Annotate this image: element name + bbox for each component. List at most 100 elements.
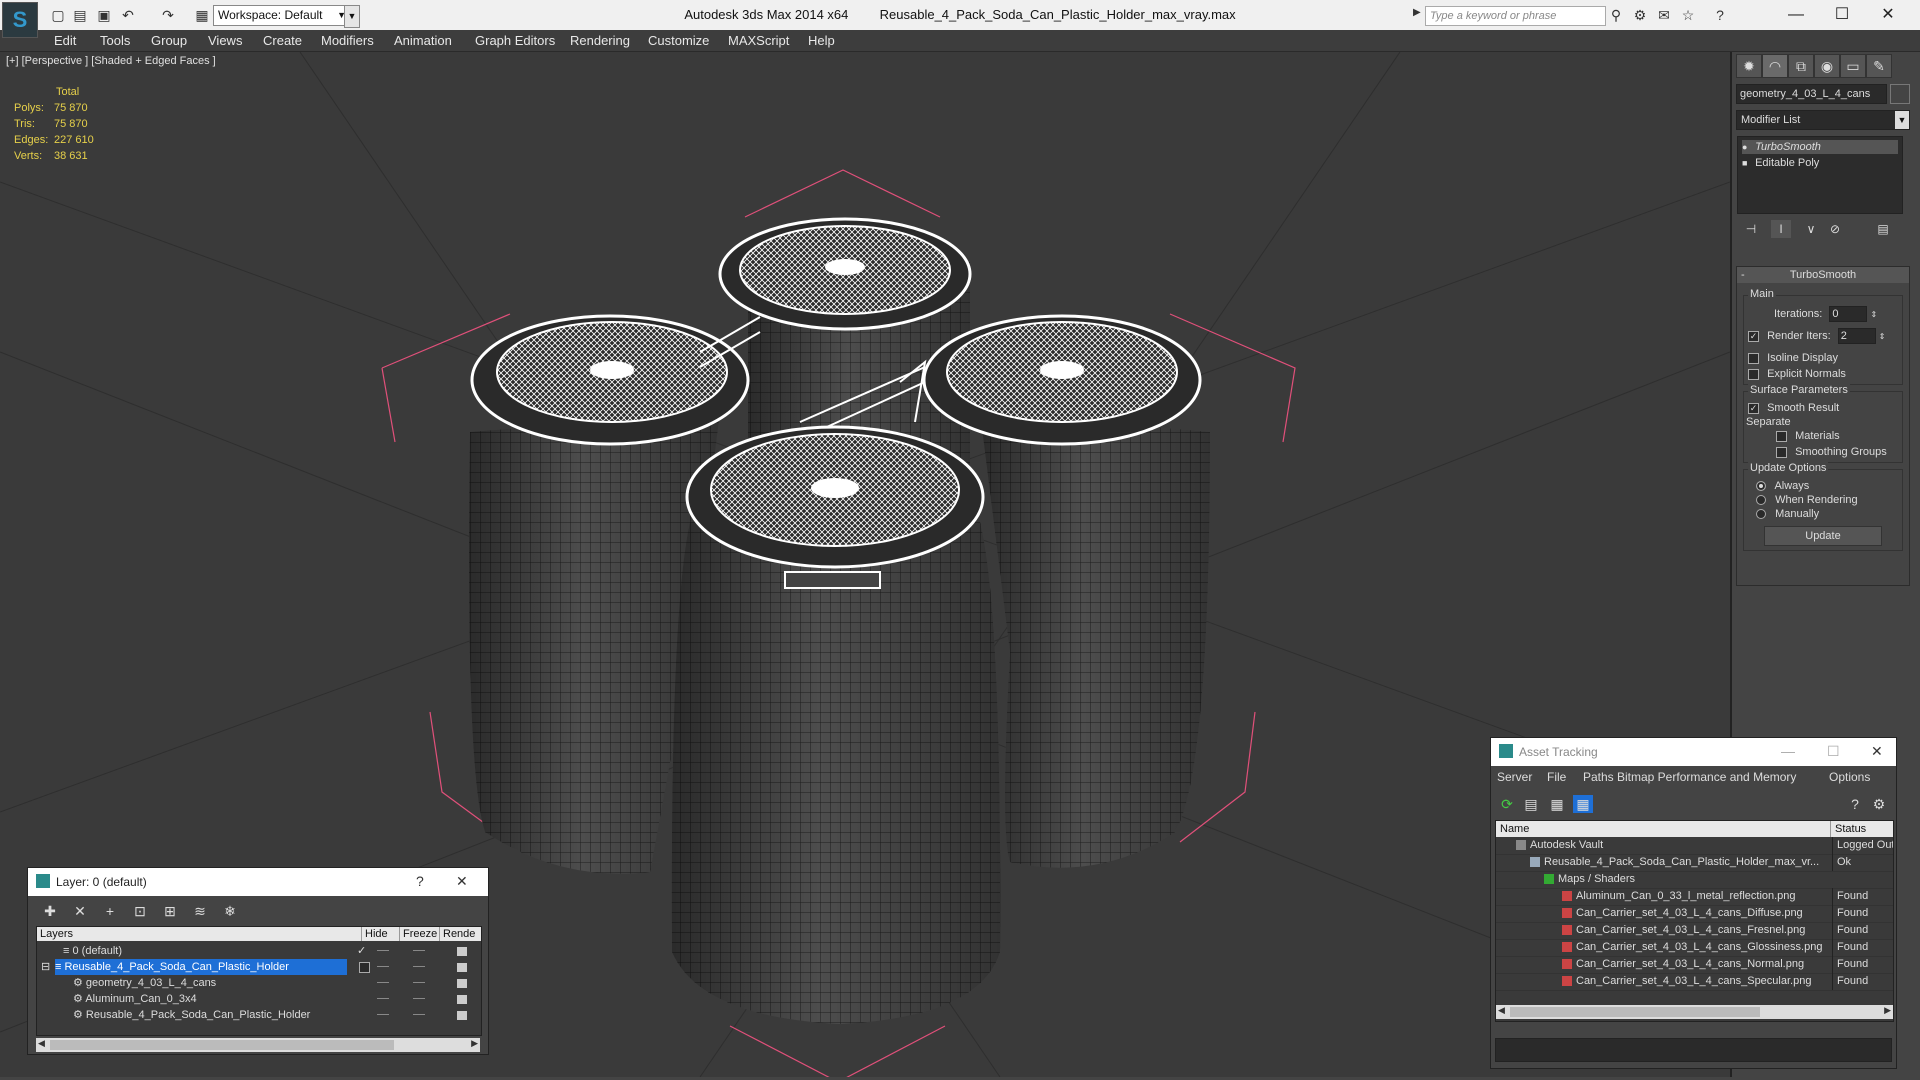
add-to-layer-icon[interactable]: + xyxy=(100,902,120,920)
asset-menu-bitmap-performance[interactable]: Bitmap Performance and Memory xyxy=(1617,770,1796,784)
spinner-arrows-icon[interactable]: ⇕ xyxy=(1879,332,1886,341)
freeze-toggle[interactable] xyxy=(413,998,425,999)
menu-rendering[interactable]: Rendering xyxy=(570,33,630,48)
communication-icon[interactable]: ✉ xyxy=(1656,7,1672,23)
col-render[interactable]: Rende xyxy=(439,927,481,941)
stack-item-turbosmooth[interactable]: ● TurboSmooth xyxy=(1742,140,1898,154)
help-button[interactable]: ? xyxy=(416,873,424,889)
hide-toggle[interactable] xyxy=(377,950,389,951)
pin-stack-icon[interactable]: ⊣ xyxy=(1741,220,1761,238)
render-iters-checkbox[interactable]: ✓ xyxy=(1748,330,1759,342)
render-teapot-icon[interactable] xyxy=(457,979,467,988)
asset-row[interactable]: Can_Carrier_set_4_03_L_4_cans_Glossiness… xyxy=(1496,939,1893,957)
freeze-toggle[interactable] xyxy=(413,1014,425,1015)
menu-edit[interactable]: Edit xyxy=(54,33,76,48)
motion-tab-icon[interactable]: ◉ xyxy=(1814,54,1840,78)
create-layer-icon[interactable]: ✚ xyxy=(40,902,60,920)
highlight-layer-icon[interactable]: ⊞ xyxy=(160,902,180,920)
show-end-result-icon[interactable]: I xyxy=(1771,220,1791,238)
asset-menu-file[interactable]: File xyxy=(1547,770,1566,784)
menu-group[interactable]: Group xyxy=(151,33,187,48)
hierarchy-tab-icon[interactable]: ⧉ xyxy=(1788,54,1814,78)
layer-row[interactable]: ⚙ Reusable_4_Pack_Soda_Can_Plastic_Holde… xyxy=(37,1007,481,1023)
current-layer-check-icon[interactable]: ✓ xyxy=(357,943,366,959)
list-view-icon[interactable]: ▤ xyxy=(1521,795,1541,813)
freeze-toggle[interactable] xyxy=(413,950,425,951)
create-tab-icon[interactable]: ✹ xyxy=(1736,54,1762,78)
render-iters-spinner[interactable]: 2 xyxy=(1837,328,1876,344)
asset-menu-options[interactable]: Options xyxy=(1829,770,1870,784)
hide-toggle[interactable] xyxy=(377,998,389,999)
menu-graph-editors[interactable]: Graph Editors xyxy=(475,33,555,48)
display-tab-icon[interactable]: ▭ xyxy=(1840,54,1866,78)
hide-toggle[interactable] xyxy=(377,982,389,983)
hide-all-icon[interactable]: ≋ xyxy=(190,902,210,920)
viewport-label[interactable]: [+] [Perspective ] [Shaded + Edged Faces… xyxy=(6,55,216,67)
asset-row[interactable]: Autodesk Vault Logged Out xyxy=(1496,837,1893,855)
layer-row[interactable]: ⚙ geometry_4_03_L_4_cans xyxy=(37,975,481,991)
spinner-arrows-icon[interactable]: ⇕ xyxy=(1870,310,1877,319)
current-layer-box[interactable] xyxy=(359,962,370,973)
when-rendering-radio[interactable] xyxy=(1756,495,1766,506)
delete-layer-icon[interactable]: ✕ xyxy=(70,902,90,920)
col-freeze[interactable]: Freeze xyxy=(399,927,439,941)
update-button[interactable]: Update xyxy=(1764,526,1882,546)
subscription-icon[interactable]: ⚙ xyxy=(1632,7,1648,23)
render-teapot-icon[interactable] xyxy=(457,947,467,956)
menu-tools[interactable]: Tools xyxy=(100,33,130,48)
search-expand-icon[interactable]: ▶ xyxy=(1413,7,1421,18)
col-name[interactable]: Name xyxy=(1496,821,1529,837)
freeze-toggle[interactable] xyxy=(413,966,425,967)
expand-icon[interactable]: ■ xyxy=(1742,156,1752,170)
minimize-icon[interactable]: — xyxy=(1778,4,1814,26)
help-icon[interactable]: ? xyxy=(1712,7,1728,23)
tree-view-icon[interactable]: ▦ xyxy=(1547,795,1567,813)
explicit-normals-checkbox[interactable] xyxy=(1748,368,1759,380)
freeze-toggle[interactable] xyxy=(413,982,425,983)
make-unique-icon[interactable]: ∨ xyxy=(1801,220,1821,238)
rollout-title[interactable]: - TurboSmooth xyxy=(1737,267,1909,283)
scroll-left-icon[interactable]: ◀ xyxy=(38,1038,45,1049)
close-icon[interactable]: ✕ xyxy=(456,873,468,890)
utilities-tab-icon[interactable]: ✎ xyxy=(1866,54,1892,78)
hide-toggle[interactable] xyxy=(377,1014,389,1015)
scrollbar-thumb[interactable] xyxy=(50,1040,394,1050)
modify-tab-icon[interactable]: ◠ xyxy=(1762,54,1788,78)
layers-horizontal-scrollbar[interactable]: ◀ ▶ xyxy=(36,1038,480,1052)
layer-row[interactable]: ≡ 0 (default) ✓ xyxy=(37,943,481,959)
menu-maxscript[interactable]: MAXScript xyxy=(728,33,789,48)
binoculars-icon[interactable]: ⚲ xyxy=(1608,7,1624,23)
iterations-spinner[interactable]: 0 xyxy=(1829,306,1868,322)
asset-window-titlebar[interactable]: Asset Tracking — ☐ ✕ xyxy=(1491,738,1896,766)
scrollbar-thumb[interactable] xyxy=(1510,1007,1760,1017)
app-logo-icon[interactable]: S xyxy=(2,2,38,38)
smoothing-groups-checkbox[interactable] xyxy=(1776,446,1787,458)
configure-sets-icon[interactable]: ▤ xyxy=(1873,220,1893,238)
scroll-right-icon[interactable]: ▶ xyxy=(1884,1005,1891,1016)
refresh-icon[interactable]: ⟳ xyxy=(1497,795,1517,813)
favorites-star-icon[interactable]: ☆ xyxy=(1680,7,1696,23)
col-hide[interactable]: Hide xyxy=(361,927,399,941)
menu-customize[interactable]: Customize xyxy=(648,33,709,48)
asset-menu-server[interactable]: Server xyxy=(1497,770,1532,784)
manually-radio[interactable] xyxy=(1756,509,1766,520)
menu-help[interactable]: Help xyxy=(808,33,835,48)
lightbulb-icon[interactable]: ● xyxy=(1742,140,1752,154)
isoline-checkbox[interactable] xyxy=(1748,352,1759,364)
render-teapot-icon[interactable] xyxy=(457,963,467,972)
render-teapot-icon[interactable] xyxy=(457,995,467,1004)
scroll-left-icon[interactable]: ◀ xyxy=(1498,1005,1505,1016)
menu-modifiers[interactable]: Modifiers xyxy=(321,33,374,48)
asset-row[interactable]: Can_Carrier_set_4_03_L_4_cans_Specular.p… xyxy=(1496,973,1893,991)
select-objects-icon[interactable]: ⊡ xyxy=(130,902,150,920)
render-teapot-icon[interactable] xyxy=(457,1011,467,1020)
asset-row[interactable]: Can_Carrier_set_4_03_L_4_cans_Diffuse.pn… xyxy=(1496,905,1893,923)
smooth-result-checkbox[interactable]: ✓ xyxy=(1748,402,1759,414)
materials-checkbox[interactable] xyxy=(1776,430,1787,442)
freeze-all-icon[interactable]: ❄ xyxy=(220,902,240,920)
close-icon[interactable]: ✕ xyxy=(1870,4,1906,26)
asset-row[interactable]: Can_Carrier_set_4_03_L_4_cans_Normal.png… xyxy=(1496,956,1893,974)
vault-icon[interactable]: ⚙ xyxy=(1869,795,1889,813)
asset-row[interactable]: Maps / Shaders xyxy=(1496,871,1893,889)
collapse-icon[interactable]: ⊟ xyxy=(41,959,50,975)
